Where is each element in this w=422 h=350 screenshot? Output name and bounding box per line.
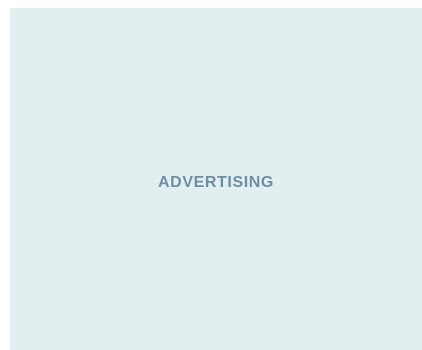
advertising-placeholder[interactable]: ADVERTISING bbox=[10, 8, 422, 350]
advertising-label: ADVERTISING bbox=[158, 174, 274, 191]
